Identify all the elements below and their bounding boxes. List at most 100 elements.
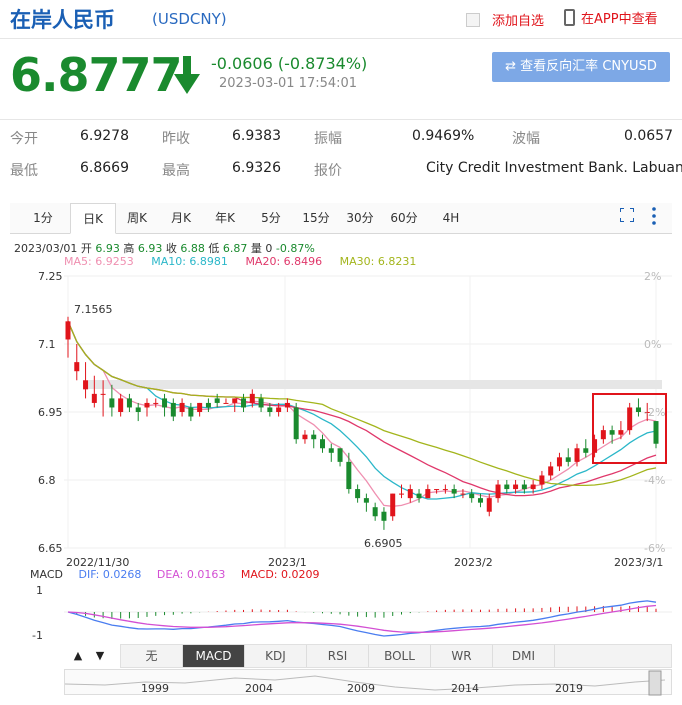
candle [556, 457, 562, 467]
candle [398, 493, 404, 495]
price-change: -0.0606 (-0.8734%) [211, 54, 368, 73]
candle [91, 393, 97, 403]
candle [109, 398, 115, 408]
tab-1min[interactable]: 1分 [24, 203, 62, 234]
tab-15min[interactable]: 15分 [296, 203, 336, 234]
range-handle[interactable] [648, 670, 662, 696]
stat-label: 最高 [162, 163, 190, 179]
candle [223, 402, 229, 404]
open-in-app-button[interactable]: 在APP中查看 [564, 8, 676, 30]
down-arrow-icon [174, 56, 200, 94]
info-low: 6.87 [222, 242, 248, 255]
candle [179, 402, 185, 412]
phone-icon [564, 9, 575, 26]
candle [495, 484, 501, 499]
candle [451, 489, 457, 494]
candle [390, 493, 396, 517]
timeline-year: 2004 [245, 682, 273, 695]
svg-text:-1: -1 [32, 629, 43, 642]
stat-value: 6.9383 [232, 128, 281, 144]
macd-legend: MACD DIF: 0.0268 DEA: 0.0163 MACD: 0.020… [30, 568, 332, 581]
candle [153, 402, 159, 404]
candle [355, 489, 361, 499]
candle [416, 493, 422, 499]
candle [284, 402, 290, 408]
candle [407, 489, 413, 499]
candle [126, 398, 132, 408]
y-tick-label-right: 0% [644, 338, 661, 351]
open-in-app-label: 在APP中查看 [581, 12, 658, 27]
info-low-label: 低 [208, 242, 220, 255]
x-tick-label: 2023/2 [454, 556, 493, 568]
candlestick-chart[interactable]: 7.25 7.1 6.95 6.8 6.65 2% 0% -2% -4% -6% 2022/11… [0, 266, 682, 568]
candle [460, 493, 466, 495]
tab-30min[interactable]: 30分 [340, 203, 380, 234]
macd-name: MACD [30, 568, 63, 581]
info-close-label: 收 [165, 242, 177, 255]
stat-label: 振幅 [314, 131, 342, 147]
candle [311, 434, 317, 440]
candle [363, 498, 369, 503]
indicator-dmi[interactable]: DMI [493, 645, 555, 667]
indicator-wr[interactable]: WR [431, 645, 493, 667]
info-open: 6.93 [95, 242, 120, 255]
info-pct: -0.87% [275, 242, 315, 255]
candle [118, 398, 124, 412]
add-favorite-button[interactable]: 添加自选 [466, 10, 552, 29]
candle [513, 484, 519, 490]
y-tick-label-right: -4% [644, 474, 665, 487]
tab-daily[interactable]: 日K [70, 203, 116, 234]
indicator-rsi[interactable]: RSI [307, 645, 369, 667]
timeline-sparkline: 1999 2004 2009 2014 2019 [65, 670, 666, 696]
checkbox-icon [466, 13, 480, 27]
info-vol-label: 量 [250, 242, 262, 255]
candle [442, 489, 448, 491]
stat-label: 最低 [10, 163, 38, 179]
add-favorite-label: 添加自选 [492, 14, 545, 29]
candle [249, 393, 255, 403]
stat-value: 6.9326 [232, 160, 281, 176]
fullscreen-icon[interactable] [620, 208, 634, 222]
scroll-down-button[interactable]: ▼ [90, 648, 110, 664]
candle [372, 507, 378, 517]
ohlc-info: 2023/03/01 开 6.93 高 6.93 收 6.88 低 6.87 量… [14, 240, 315, 256]
indicator-kdj[interactable]: KDJ [245, 645, 307, 667]
timeline-navigator[interactable]: 1999 2004 2009 2014 2019 [64, 669, 672, 696]
indicator-none[interactable]: 无 [121, 645, 183, 667]
indicator-macd[interactable]: MACD [183, 645, 245, 667]
candle [574, 448, 580, 462]
candle [170, 402, 176, 417]
reverse-rate-button[interactable]: ⇄ 查看反向汇率 CNYUSD [492, 52, 670, 82]
y-tick-label: 6.65 [38, 542, 63, 555]
info-vol: 0 [265, 242, 273, 255]
y-tick-label-right: -6% [644, 542, 665, 555]
stat-value: City Credit Investment Bank. Labuan [426, 160, 682, 176]
candle [302, 434, 308, 440]
scroll-up-button[interactable]: ▲ [68, 648, 88, 664]
tab-yearly[interactable]: 年K [208, 203, 242, 234]
y-tick-label: 6.8 [38, 474, 56, 487]
stat-label: 今开 [10, 131, 38, 147]
tab-monthly[interactable]: 月K [164, 203, 198, 234]
candle [135, 407, 141, 412]
candle [618, 430, 624, 435]
tab-60min[interactable]: 60分 [384, 203, 424, 234]
tab-weekly[interactable]: 周K [120, 203, 154, 234]
indicator-boll[interactable]: BOLL [369, 645, 431, 667]
info-date: 2023/03/01 [14, 242, 78, 255]
stat-value: 0.0657 [624, 128, 673, 144]
current-price: 6.8777 [10, 48, 183, 102]
macd-dea: DEA: 0.0163 [156, 568, 226, 581]
page-title: 在岸人民币 [10, 8, 115, 32]
candle [337, 448, 343, 462]
candle [293, 407, 299, 440]
annotation-high: 7.1565 [74, 303, 113, 316]
candle [521, 484, 527, 490]
tab-5min[interactable]: 5分 [254, 203, 288, 234]
timeline-year: 2009 [347, 682, 375, 695]
candle [477, 498, 483, 503]
candle [162, 398, 168, 408]
stat-label: 波幅 [512, 131, 540, 147]
tab-4h[interactable]: 4H [434, 203, 468, 234]
more-icon[interactable] [650, 206, 658, 226]
